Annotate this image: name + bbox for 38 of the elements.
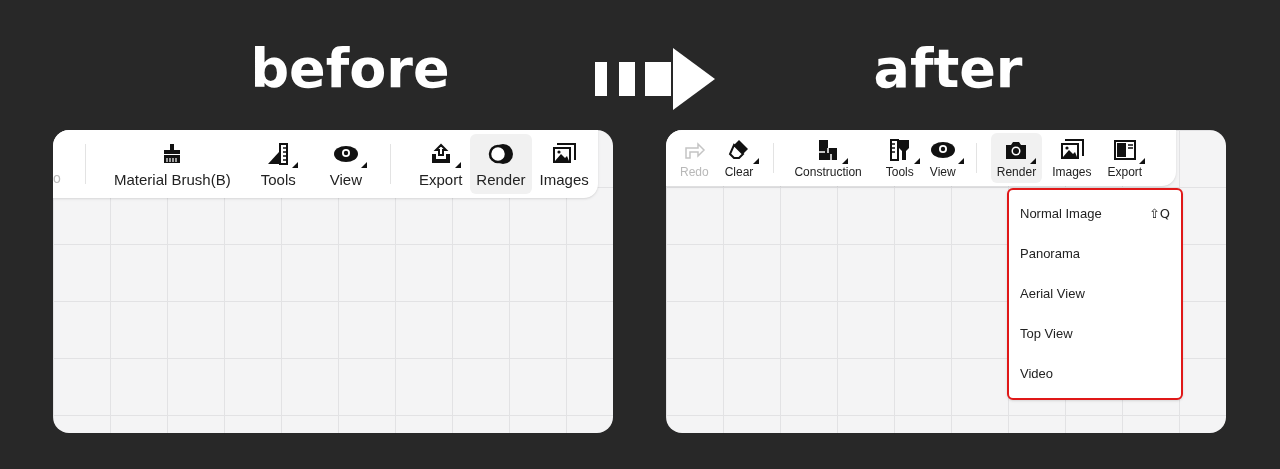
caret-icon [1030, 158, 1037, 164]
toolbar-button[interactable]: Tools [254, 134, 302, 194]
toolbar-button[interactable]: Material Brush(B) [108, 134, 237, 194]
toolbar-button[interactable]: Export [413, 134, 469, 194]
toolbar-button[interactable]: Images [1046, 133, 1098, 183]
caret-icon [1138, 158, 1145, 164]
toolbar-button[interactable]: Export [1101, 133, 1149, 183]
cut-off-label: o [53, 168, 62, 188]
ruler-brush-icon [887, 138, 912, 162]
caret-icon [292, 161, 299, 168]
toolbar-button[interactable]: Tools [879, 133, 920, 183]
layout-panel-icon [1112, 139, 1137, 161]
menu-item[interactable]: Aerial View [1009, 277, 1181, 311]
toolbar-button[interactable]: Construction [788, 133, 868, 183]
caret-icon [957, 158, 964, 164]
toolbar-button[interactable]: Render [470, 134, 532, 194]
caret-icon [913, 158, 920, 164]
caret-icon [360, 161, 367, 168]
toolbar-button[interactable]: View [323, 134, 368, 194]
menu-item[interactable]: Panorama [1009, 237, 1181, 271]
image-stack-icon [551, 141, 578, 166]
overlapping-circles-icon [486, 141, 515, 166]
caret-icon [454, 161, 461, 168]
toolbar-button[interactable]: Render [990, 133, 1043, 183]
ruler-triangle-icon [266, 141, 291, 166]
toolbar-button[interactable]: Clear [718, 133, 760, 183]
camera-icon [1004, 139, 1029, 161]
arrow-icon [595, 48, 715, 110]
heading: after [873, 42, 1023, 96]
toolbar-button[interactable]: Images [533, 134, 595, 194]
caret-icon [753, 158, 760, 164]
menu-item[interactable]: Normal Image ⇧Q [1009, 197, 1181, 231]
image-stack-icon [1058, 138, 1085, 162]
toolbar-button[interactable]: View [923, 133, 962, 183]
heading: before [250, 42, 450, 96]
caret-icon [842, 158, 849, 164]
menu-item[interactable]: Video [1009, 357, 1181, 391]
menu-item[interactable]: Top View [1009, 317, 1181, 351]
